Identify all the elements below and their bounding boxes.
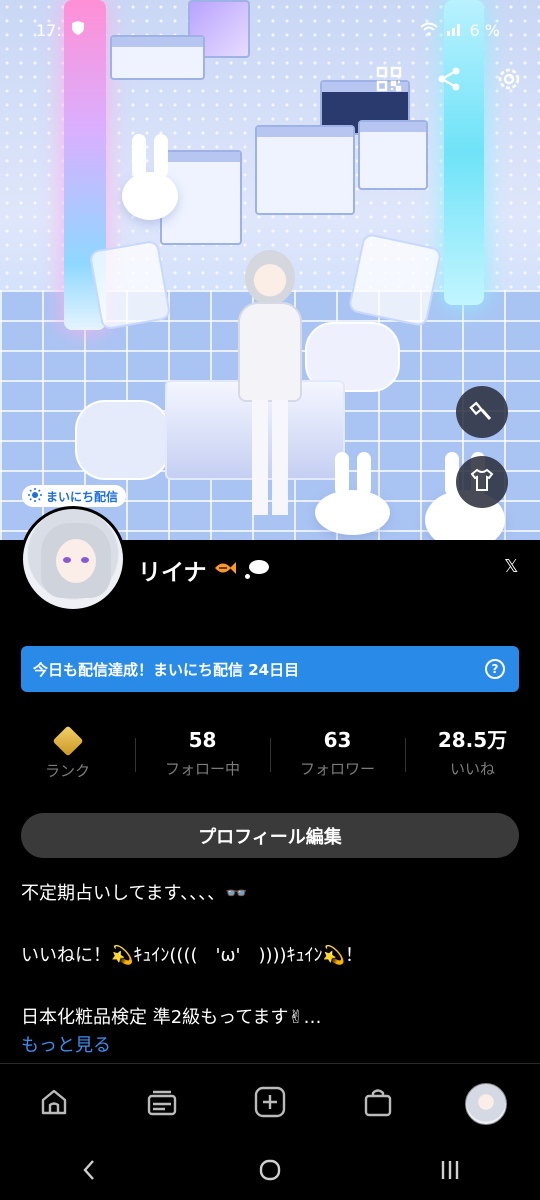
stat-value: 58 [188,728,217,752]
nav-create[interactable] [240,1074,300,1134]
system-navigation [0,1143,540,1200]
feed-icon [146,1086,178,1122]
nav-shop[interactable] [348,1074,408,1134]
tshirt-icon [469,467,495,497]
x-social-link[interactable]: 𝕏 [504,556,519,577]
profile-name: リイナ [138,560,207,586]
user-3d-avatar[interactable] [230,250,310,520]
nav-home[interactable] [24,1074,84,1134]
sun-icon [28,487,42,505]
signal-icon [446,21,462,40]
help-icon[interactable]: ? [485,659,505,679]
qr-code-icon[interactable] [374,64,404,94]
brush-icon [469,397,495,427]
bunny-plush [122,134,178,220]
shield-icon [70,20,86,40]
stat-following[interactable]: 58 フォロー中 [135,724,270,784]
stat-value: 28.5万 [437,728,508,752]
bio-line: 不定期占いしてます、、、、👓 [21,883,248,904]
nav-profile[interactable] [456,1074,516,1134]
stat-value: 63 [323,728,352,752]
outfit-button[interactable] [456,456,508,508]
stat-label: フォロワー [299,760,375,778]
bio-line: いいねに！💫ｷｭｲﾝ(((( 'ω' ))))ｷｭｲﾝ💫！ [21,945,363,966]
recents-icon [438,1158,462,1186]
stat-label: いいね [449,760,495,778]
edit-profile-button[interactable]: プロフィール編集 [21,813,519,858]
back-button[interactable] [60,1152,120,1192]
home-icon [38,1086,70,1122]
home-circle-icon [258,1158,282,1186]
decor-cube [347,232,443,328]
profile-stats: ランク 58 フォロー中 63 フォロワー 28.5万 いいね [0,724,540,784]
recents-button[interactable] [420,1152,480,1192]
fish-icon [213,559,237,582]
thought-bubble-icon [243,560,269,580]
daily-stream-badge[interactable]: まいにち配信 [22,485,127,507]
nav-feed[interactable] [132,1074,192,1134]
daily-stream-banner[interactable]: 今日も配信達成！まいにち配信 24日目 ? [21,646,519,692]
banner-text: 今日も配信達成！まいにち配信 24日目 [33,660,300,679]
bunny-plush [315,452,390,535]
settings-icon[interactable] [494,64,524,94]
status-time: 17: [36,20,62,40]
battery-level: 6 % [469,20,500,40]
share-icon[interactable] [434,64,464,94]
stat-rank[interactable]: ランク [0,724,135,784]
stat-label: ランク [44,762,90,780]
status-bar: 17: 6 % [36,18,500,42]
stat-followers[interactable]: 63 フォロワー [270,724,405,784]
daily-badge-label: まいにち配信 [46,489,119,504]
home-button[interactable] [240,1152,300,1192]
neon-pillar-right [444,0,484,305]
bottom-navigation [0,1063,540,1143]
wifi-icon [419,21,438,40]
profile-avatar[interactable] [20,506,126,612]
decor-window [358,120,428,190]
stat-likes[interactable]: 28.5万 いいね [405,724,540,784]
rank-badge-icon [51,725,84,757]
hero-toolbar [374,64,524,94]
profile-avatar-thumbnail [465,1082,507,1125]
decor-controller [75,400,170,480]
decorate-room-button[interactable] [456,386,508,438]
back-icon [80,1158,100,1186]
avatar-room-scene: 17: 6 % まいにち配信 [0,0,540,540]
profile-bio: 不定期占いしてます、、、、👓 いいねに！💫ｷｭｲﾝ(((( 'ω' ))))ｷｭ… [21,878,521,1034]
bio-line: 日本化粧品検定 準2級もってます✌… [21,1007,322,1028]
decor-cube [88,239,172,331]
show-more-link[interactable]: もっと見る [21,1031,111,1057]
profile-name-row: リイナ [138,553,269,587]
decor-window [255,125,355,215]
stat-label: フォロー中 [164,760,240,778]
shop-icon [362,1086,394,1122]
create-icon [253,1085,287,1123]
